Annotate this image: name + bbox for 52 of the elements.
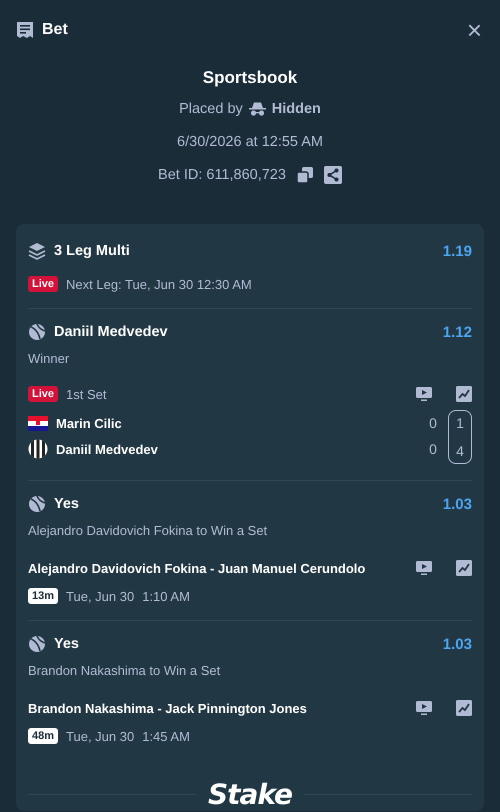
market-name: Alejandro Davidovich Fokina to Win a Set — [28, 523, 268, 538]
live-badge: Live — [28, 386, 58, 402]
tennis-ball-icon — [28, 323, 46, 341]
chart-icon[interactable] — [456, 386, 472, 402]
next-leg-time: Next Leg: Tue, Jun 30 12:30 AM — [66, 276, 252, 292]
placed-by-label: Placed by — [179, 100, 243, 116]
match-name: Alejandro Davidovich Fokina - Juan Manuel Cerundolo — [28, 560, 366, 576]
copy-button[interactable] — [296, 166, 314, 184]
leg-odds: 1.12 — [442, 324, 472, 340]
tv-icon[interactable] — [416, 560, 432, 576]
game-score: 0 — [428, 415, 438, 431]
game-score: 0 — [428, 441, 438, 457]
flag-icon — [28, 416, 48, 430]
receipt-icon — [16, 20, 34, 40]
leg-odds: 1.03 — [442, 496, 472, 512]
set-score: 1 — [456, 415, 464, 431]
live-badge: Live — [28, 276, 58, 292]
countdown-badge: 13m — [28, 588, 58, 604]
market-name: Brandon Nakashima to Win a Set — [28, 663, 222, 678]
market-name: Winner — [28, 351, 70, 366]
tv-icon[interactable] — [416, 386, 432, 402]
set-score: 4 — [456, 443, 464, 459]
multi-title: 3 Leg Multi — [54, 243, 131, 259]
tv-icon[interactable] — [416, 700, 432, 716]
leg-odds: 1.03 — [442, 636, 472, 652]
incognito-icon — [248, 102, 266, 116]
match-date: Tue, Jun 30 — [66, 588, 134, 604]
countdown-badge: 48m — [28, 728, 58, 744]
match-name: Brandon Nakashima - Jack Pinnington Jones — [28, 700, 308, 716]
tennis-ball-icon — [28, 495, 46, 513]
player-name: Marin Cilic — [56, 416, 123, 430]
sportsbook-title: Sportsbook — [202, 67, 298, 89]
period-label: 1st Set — [66, 386, 108, 402]
multi-odds: 1.19 — [442, 242, 472, 260]
dialog-title: Bet — [42, 21, 69, 39]
chart-icon[interactable] — [456, 700, 472, 716]
selection-name: Yes — [54, 496, 80, 512]
layers-icon — [28, 242, 46, 260]
bet-id: Bet ID: 611,860,723 — [158, 166, 286, 182]
selection-name: Yes — [54, 636, 80, 652]
bet-date: 6/30/2026 at 12:55 AM — [177, 134, 323, 150]
user-name: Hidden — [272, 100, 321, 116]
tennis-ball-icon — [28, 635, 46, 653]
share-button[interactable] — [324, 166, 342, 184]
match-date: Tue, Jun 30 — [66, 728, 134, 744]
player-name: Daniil Medvedev — [56, 442, 159, 456]
selection-name: Daniil Medvedev — [54, 324, 169, 340]
chart-icon[interactable] — [456, 560, 472, 576]
stake-logo: Stake — [208, 778, 292, 811]
close-button[interactable]: × — [464, 20, 484, 40]
match-time: 1:45 AM — [142, 728, 190, 744]
match-time: 1:10 AM — [142, 588, 190, 604]
